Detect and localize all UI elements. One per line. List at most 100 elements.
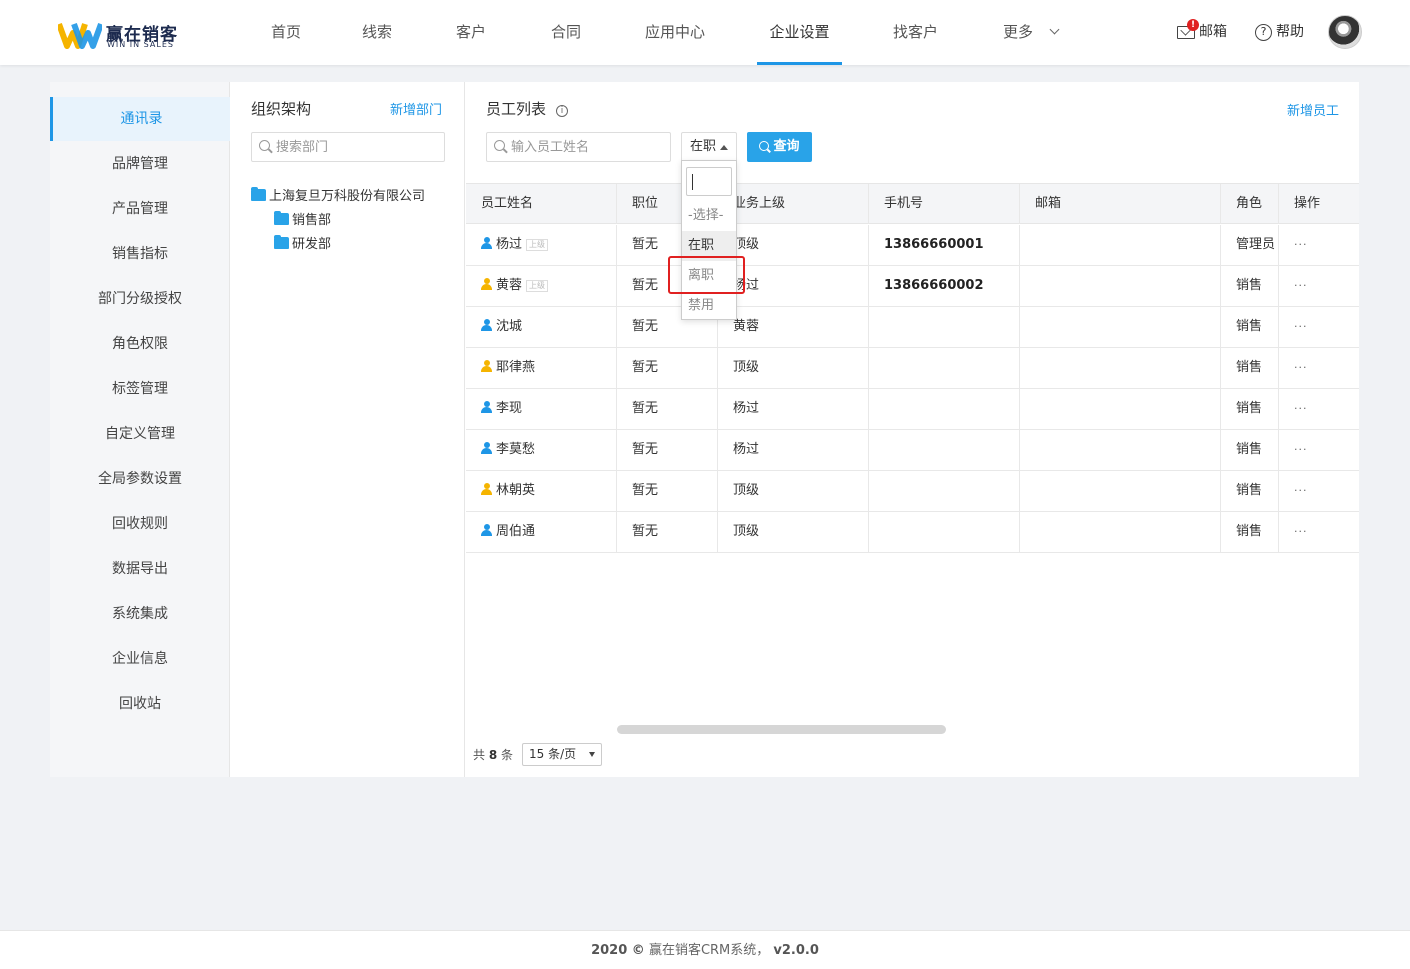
table-row[interactable]: 杨过 上级 暂无 顶级 13866660001 管理员 ··· xyxy=(466,225,1359,266)
help-button[interactable]: ? 帮助 xyxy=(1255,21,1304,43)
add-department-link[interactable]: 新增部门 xyxy=(390,99,442,118)
cell-name[interactable]: 耶律燕 xyxy=(466,348,617,388)
cell-name[interactable]: 沈城 xyxy=(466,307,617,347)
employee-search-box[interactable] xyxy=(486,132,671,162)
cell-actions[interactable]: ··· xyxy=(1279,266,1359,306)
dropdown-option-disabled[interactable]: 禁用 xyxy=(682,291,736,321)
table-row[interactable]: 黄蓉 上级 暂无 杨过 13866660002 销售 ··· xyxy=(466,266,1359,307)
cell-name[interactable]: 黄蓉 上级 xyxy=(466,266,617,306)
pager-total: 共 8 条 xyxy=(473,746,513,763)
mailbox-button[interactable]: 邮箱 xyxy=(1177,21,1227,43)
table-row[interactable]: 李现 暂无 杨过 销售 ··· xyxy=(466,389,1359,430)
cell-email xyxy=(1020,389,1221,429)
chevron-down-icon xyxy=(1049,24,1060,35)
table-row[interactable]: 沈城 暂无 黄蓉 销售 ··· xyxy=(466,307,1359,348)
user-avatar[interactable] xyxy=(1328,15,1362,49)
help-label: 帮助 xyxy=(1276,24,1304,40)
sidebar-item-recycle-rules[interactable]: 回收规则 xyxy=(50,502,230,546)
sidebar-item-product-management[interactable]: 产品管理 xyxy=(50,187,230,231)
cell-actions[interactable]: ··· xyxy=(1279,389,1359,429)
nav-more[interactable]: 更多 xyxy=(1003,0,1060,65)
tree-node-rnd-dept[interactable]: 研发部 xyxy=(274,235,331,254)
cell-name[interactable]: 李现 xyxy=(466,389,617,429)
table-row[interactable]: 李莫愁 暂无 杨过 销售 ··· xyxy=(466,430,1359,471)
dropdown-search-input[interactable] xyxy=(686,167,732,196)
cell-actions[interactable]: ··· xyxy=(1279,430,1359,470)
query-button[interactable]: 查询 xyxy=(747,132,812,162)
employee-name-input[interactable] xyxy=(511,133,666,161)
cell-email xyxy=(1020,430,1221,470)
nav-enterprise-settings[interactable]: 企业设置 xyxy=(757,0,842,65)
department-search-input[interactable] xyxy=(276,133,436,161)
folder-icon xyxy=(274,211,289,225)
more-actions-icon[interactable]: ··· xyxy=(1294,320,1308,333)
app-logo[interactable]: 赢在销客 WIN IN SALES xyxy=(58,18,188,52)
cell-actions[interactable]: ··· xyxy=(1279,307,1359,347)
page-size-select[interactable]: 15 条/页 xyxy=(522,743,602,766)
text-cursor xyxy=(692,174,693,190)
cell-name[interactable]: 杨过 上级 xyxy=(466,225,617,265)
cell-name[interactable]: 周伯通 xyxy=(466,512,617,552)
tree-node-sales-dept[interactable]: 销售部 xyxy=(274,211,331,230)
table-row[interactable]: 林朝英 暂无 顶级 销售 ··· xyxy=(466,471,1359,512)
sidebar-item-department-authorization[interactable]: 部门分级授权 xyxy=(50,277,230,321)
sidebar-item-recycle-bin[interactable]: 回收站 xyxy=(50,682,230,726)
more-actions-icon[interactable]: ··· xyxy=(1294,279,1308,292)
cell-role: 销售 xyxy=(1221,348,1279,388)
employee-list-header: 员工列表 i xyxy=(486,98,569,119)
more-actions-icon[interactable]: ··· xyxy=(1294,525,1308,538)
sidebar-item-address-book[interactable]: 通讯录 xyxy=(50,97,230,141)
sidebar-item-sales-targets[interactable]: 销售指标 xyxy=(50,232,230,276)
nav-home[interactable]: 首页 xyxy=(271,0,301,65)
nav-app-center[interactable]: 应用中心 xyxy=(645,0,705,65)
sidebar-item-system-integration[interactable]: 系统集成 xyxy=(50,592,230,636)
column-header-role[interactable]: 角色 xyxy=(1221,184,1279,224)
table-row[interactable]: 周伯通 暂无 顶级 销售 ··· xyxy=(466,512,1359,553)
cell-phone: 13866660001 xyxy=(869,225,1020,265)
more-actions-icon[interactable]: ··· xyxy=(1294,443,1308,456)
sidebar-item-data-export[interactable]: 数据导出 xyxy=(50,547,230,591)
column-header-phone[interactable]: 手机号 xyxy=(869,184,1020,224)
cell-actions[interactable]: ··· xyxy=(1279,225,1359,265)
cell-superior: 黄蓉 xyxy=(718,307,869,347)
cell-name[interactable]: 李莫愁 xyxy=(466,430,617,470)
column-header-email[interactable]: 邮箱 xyxy=(1020,184,1221,224)
cell-actions[interactable]: ··· xyxy=(1279,471,1359,511)
column-header-name[interactable]: 员工姓名 xyxy=(466,184,617,224)
dropdown-option-select[interactable]: -选择- xyxy=(682,201,736,231)
cell-email xyxy=(1020,225,1221,265)
department-search-box[interactable] xyxy=(251,132,445,162)
more-actions-icon[interactable]: ··· xyxy=(1294,361,1308,374)
person-icon xyxy=(481,237,492,249)
sidebar-item-role-permissions[interactable]: 角色权限 xyxy=(50,322,230,366)
sidebar-item-brand-management[interactable]: 品牌管理 xyxy=(50,142,230,186)
footer-version: v2.0.0 xyxy=(773,943,819,958)
nav-customers[interactable]: 客户 xyxy=(456,0,486,65)
horizontal-scrollbar[interactable] xyxy=(617,725,946,734)
cell-phone xyxy=(869,307,1020,347)
superior-badge: 上级 xyxy=(526,280,549,292)
cell-phone: 13866660002 xyxy=(869,266,1020,306)
more-actions-icon[interactable]: ··· xyxy=(1294,238,1308,251)
add-employee-link[interactable]: 新增员工 xyxy=(1287,100,1339,119)
table-row[interactable]: 耶律燕 暂无 顶级 销售 ··· xyxy=(466,348,1359,389)
info-icon[interactable]: i xyxy=(556,105,569,117)
cell-actions[interactable]: ··· xyxy=(1279,512,1359,552)
nav-leads[interactable]: 线索 xyxy=(362,0,392,65)
sidebar-item-global-parameters[interactable]: 全局参数设置 xyxy=(50,457,230,501)
sidebar-item-enterprise-info[interactable]: 企业信息 xyxy=(50,637,230,681)
sidebar-item-tag-management[interactable]: 标签管理 xyxy=(50,367,230,411)
sidebar-item-custom-management[interactable]: 自定义管理 xyxy=(50,412,230,456)
nav-find-customers[interactable]: 找客户 xyxy=(893,0,938,65)
cell-name[interactable]: 林朝英 xyxy=(466,471,617,511)
more-actions-icon[interactable]: ··· xyxy=(1294,484,1308,497)
more-actions-icon[interactable]: ··· xyxy=(1294,402,1308,415)
cell-phone xyxy=(869,430,1020,470)
cell-email xyxy=(1020,266,1221,306)
nav-contracts[interactable]: 合同 xyxy=(551,0,581,65)
highlight-annotation-box xyxy=(668,256,745,294)
cell-actions[interactable]: ··· xyxy=(1279,348,1359,388)
column-header-superior[interactable]: 业务上级 xyxy=(718,184,869,224)
employment-status-select[interactable]: 在职 xyxy=(681,132,737,162)
tree-node-company[interactable]: 上海复旦万科股份有限公司 xyxy=(251,187,425,206)
